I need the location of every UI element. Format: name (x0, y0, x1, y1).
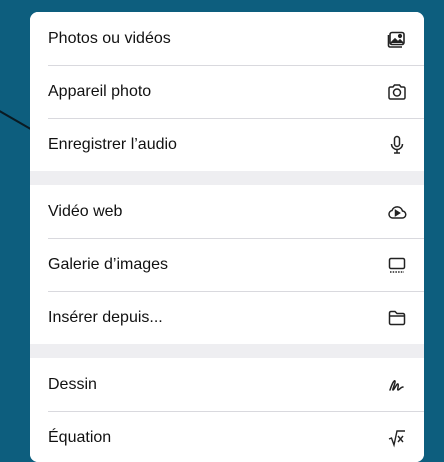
menu-item-label: Appareil photo (48, 82, 152, 100)
menu-item-label: Insérer depuis... (48, 308, 163, 326)
square-root-icon (386, 427, 408, 449)
microphone-icon (386, 134, 408, 156)
group-separator (30, 344, 424, 358)
menu-item-label: Photos ou vidéos (48, 29, 171, 47)
menu-item-photos-videos[interactable]: Photos ou vidéos (30, 12, 424, 65)
menu-group-web: Vidéo web Galerie d’images Insérer depui… (30, 185, 424, 344)
menu-item-label: Dessin (48, 375, 97, 393)
menu-item-camera[interactable]: Appareil photo (30, 65, 424, 118)
menu-item-label: Vidéo web (48, 202, 123, 220)
menu-item-label: Équation (48, 428, 112, 446)
insert-menu: Photos ou vidéos Appareil photo Enregist… (30, 12, 424, 462)
menu-item-insert-from[interactable]: Insérer depuis... (30, 291, 424, 344)
menu-item-label: Enregistrer l’audio (48, 135, 177, 153)
menu-item-web-video[interactable]: Vidéo web (30, 185, 424, 238)
menu-group-tools: Dessin Équation (30, 358, 424, 462)
menu-item-drawing[interactable]: Dessin (30, 358, 424, 411)
menu-item-image-gallery[interactable]: Galerie d’images (30, 238, 424, 291)
draw-icon (386, 374, 408, 396)
camera-icon (386, 81, 408, 103)
menu-item-equation[interactable]: Équation (30, 411, 424, 462)
photo-library-icon (386, 28, 408, 50)
group-separator (30, 171, 424, 185)
folder-icon (386, 307, 408, 329)
menu-group-media: Photos ou vidéos Appareil photo Enregist… (30, 12, 424, 171)
image-gallery-icon (386, 254, 408, 276)
menu-item-record-audio[interactable]: Enregistrer l’audio (30, 118, 424, 171)
menu-item-label: Galerie d’images (48, 255, 169, 273)
cloud-play-icon (386, 201, 408, 223)
